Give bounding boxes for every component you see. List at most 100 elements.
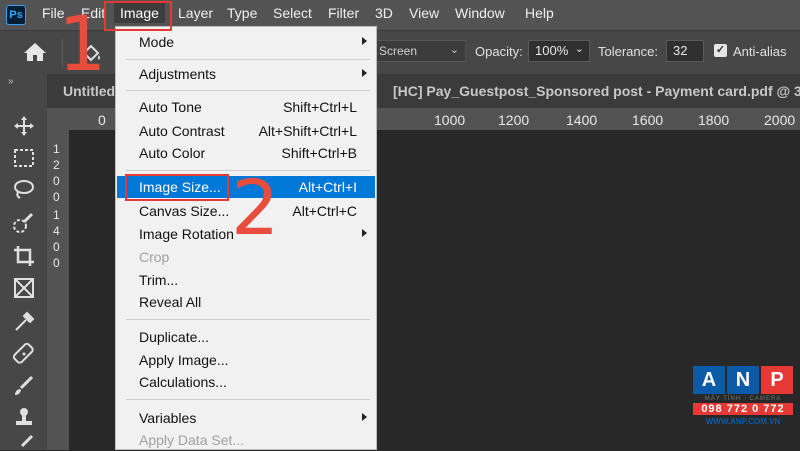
logo-letter: N xyxy=(727,366,759,394)
ruler-label: 1200 xyxy=(498,112,530,128)
brush-tool-icon[interactable] xyxy=(12,374,36,398)
frame-tool-icon[interactable] xyxy=(12,276,36,300)
chevron-down-icon: ⌄ xyxy=(449,44,459,56)
menu-item-auto-tone[interactable]: Auto Tone Shift+Ctrl+L xyxy=(117,96,375,118)
menu-item-label: Crop xyxy=(139,249,170,265)
menu-item-label: Calculations... xyxy=(139,374,227,390)
menu-window[interactable]: Window xyxy=(455,5,505,21)
ruler-label: 2000 xyxy=(764,112,796,128)
ruler-label: 0 xyxy=(53,240,60,254)
antialias-checkbox[interactable]: ✓ xyxy=(714,44,727,57)
menu-separator xyxy=(126,319,370,320)
chevron-down-icon: ⌄ xyxy=(574,43,584,55)
home-icon[interactable] xyxy=(22,41,48,63)
menu-type[interactable]: Type xyxy=(227,5,257,21)
menu-item-label: Image Rotation xyxy=(139,226,234,242)
eyedropper-tool-icon[interactable] xyxy=(12,310,36,334)
ruler-left: 1 2 0 0 1 4 0 0 xyxy=(47,130,69,450)
menu-item-shortcut: Shift+Ctrl+L xyxy=(283,99,357,115)
tolerance-label: Tolerance: xyxy=(598,44,658,59)
ruler-label: 1400 xyxy=(566,112,598,128)
menu-layer[interactable]: Layer xyxy=(178,5,213,21)
highlight-box-image-menu xyxy=(104,1,172,31)
quick-selection-tool-icon[interactable] xyxy=(12,212,36,236)
menu-item-label: Auto Color xyxy=(139,145,206,161)
menu-item-shortcut: Shift+Ctrl+B xyxy=(281,145,357,161)
menu-item-label: Variables xyxy=(139,410,197,426)
menu-item-apply-data-set: Apply Data Set... xyxy=(117,429,375,451)
history-brush-tool-icon[interactable] xyxy=(12,434,36,450)
menu-item-shortcut: Alt+Ctrl+C xyxy=(292,203,357,219)
collapse-icon[interactable]: » xyxy=(8,76,14,87)
antialias-label: Anti-alias xyxy=(733,44,787,59)
anp-watermark-logo: A N P MÁY TÍNH · CAMERA 098 772 0 772 WW… xyxy=(693,366,793,426)
crop-tool-icon[interactable] xyxy=(12,244,36,268)
lasso-tool-icon[interactable] xyxy=(12,178,36,202)
menu-item-auto-contrast[interactable]: Auto Contrast Alt+Shift+Ctrl+L xyxy=(117,120,375,142)
logo-phone: 098 772 0 772 xyxy=(693,403,793,415)
opacity-value: 100% xyxy=(535,43,569,58)
logo-website: WWW.ANP.COM.VN xyxy=(705,417,781,426)
ruler-label: 1800 xyxy=(698,112,730,128)
menu-item-auto-color[interactable]: Auto Color Shift+Ctrl+B xyxy=(117,142,375,164)
menu-item-apply-image[interactable]: Apply Image... xyxy=(117,349,375,371)
menu-separator xyxy=(126,90,370,91)
submenu-arrow-icon xyxy=(362,37,367,45)
tab-payment-card[interactable]: [HC] Pay_Guestpost_Sponsored post - Paym… xyxy=(393,83,800,99)
submenu-arrow-icon xyxy=(362,69,367,77)
move-tool-icon[interactable] xyxy=(12,114,36,138)
menu-select[interactable]: Select xyxy=(273,5,312,21)
marquee-tool-icon[interactable] xyxy=(12,146,36,170)
logo-letter: P xyxy=(761,366,793,394)
photoshop-logo-icon: Ps xyxy=(6,5,26,25)
ruler-label: 0 xyxy=(53,174,60,188)
submenu-arrow-icon xyxy=(362,229,367,237)
menu-item-variables[interactable]: Variables xyxy=(117,407,375,429)
menu-item-label: Apply Image... xyxy=(139,352,229,368)
menu-item-mode[interactable]: Mode xyxy=(117,31,375,53)
menu-separator xyxy=(126,399,370,400)
tolerance-value: 32 xyxy=(673,43,688,58)
opacity-label: Opacity: xyxy=(475,44,523,59)
mode-select[interactable]: Screen ⌄ xyxy=(372,40,466,62)
mode-select-value: Screen xyxy=(379,44,418,58)
menu-item-label: Canvas Size... xyxy=(139,203,230,219)
menu-item-label: Apply Data Set... xyxy=(139,432,245,448)
menu-item-adjustments[interactable]: Adjustments xyxy=(117,63,375,85)
ruler-label: 1 xyxy=(53,142,60,156)
menu-item-duplicate[interactable]: Duplicate... xyxy=(117,326,375,348)
menu-separator xyxy=(126,59,370,60)
logo-letter: A xyxy=(693,366,725,394)
ruler-label: 2 xyxy=(53,158,60,172)
menu-item-label: Auto Contrast xyxy=(139,123,225,139)
menu-item-label: Auto Tone xyxy=(139,99,202,115)
menu-item-trim[interactable]: Trim... xyxy=(117,269,375,291)
ruler-label: 0 xyxy=(53,190,60,204)
tools-panel: » xyxy=(0,74,47,450)
tolerance-field[interactable]: 32 xyxy=(666,40,704,62)
menu-help[interactable]: Help xyxy=(525,5,554,21)
menu-item-reveal-all[interactable]: Reveal All xyxy=(117,291,375,313)
ruler-label: 4 xyxy=(53,224,60,238)
menu-view[interactable]: View xyxy=(409,5,439,21)
menu-item-label: Reveal All xyxy=(139,294,202,310)
opacity-field[interactable]: 100% ⌄ xyxy=(528,40,590,62)
menu-filter[interactable]: Filter xyxy=(328,5,359,21)
ruler-label: 1600 xyxy=(632,112,664,128)
logo-tagline: MÁY TÍNH · CAMERA xyxy=(704,396,782,402)
submenu-arrow-icon xyxy=(362,413,367,421)
menu-item-calculations[interactable]: Calculations... xyxy=(117,371,375,393)
highlight-box-image-size xyxy=(125,174,229,201)
step-number-1: 1 xyxy=(58,0,107,88)
ruler-label: 0 xyxy=(53,256,60,270)
menu-item-label: Mode xyxy=(139,34,175,50)
menu-3d[interactable]: 3D xyxy=(375,5,393,21)
step-number-2: 2 xyxy=(231,163,280,252)
menu-item-shortcut: Alt+Shift+Ctrl+L xyxy=(258,123,357,139)
menu-item-label: Adjustments xyxy=(139,66,217,82)
menu-item-label: Trim... xyxy=(139,272,179,288)
healing-brush-tool-icon[interactable] xyxy=(12,342,36,366)
ruler-label: 0 xyxy=(98,112,106,128)
clone-stamp-tool-icon[interactable] xyxy=(12,406,36,430)
ruler-label: 1000 xyxy=(434,112,466,128)
